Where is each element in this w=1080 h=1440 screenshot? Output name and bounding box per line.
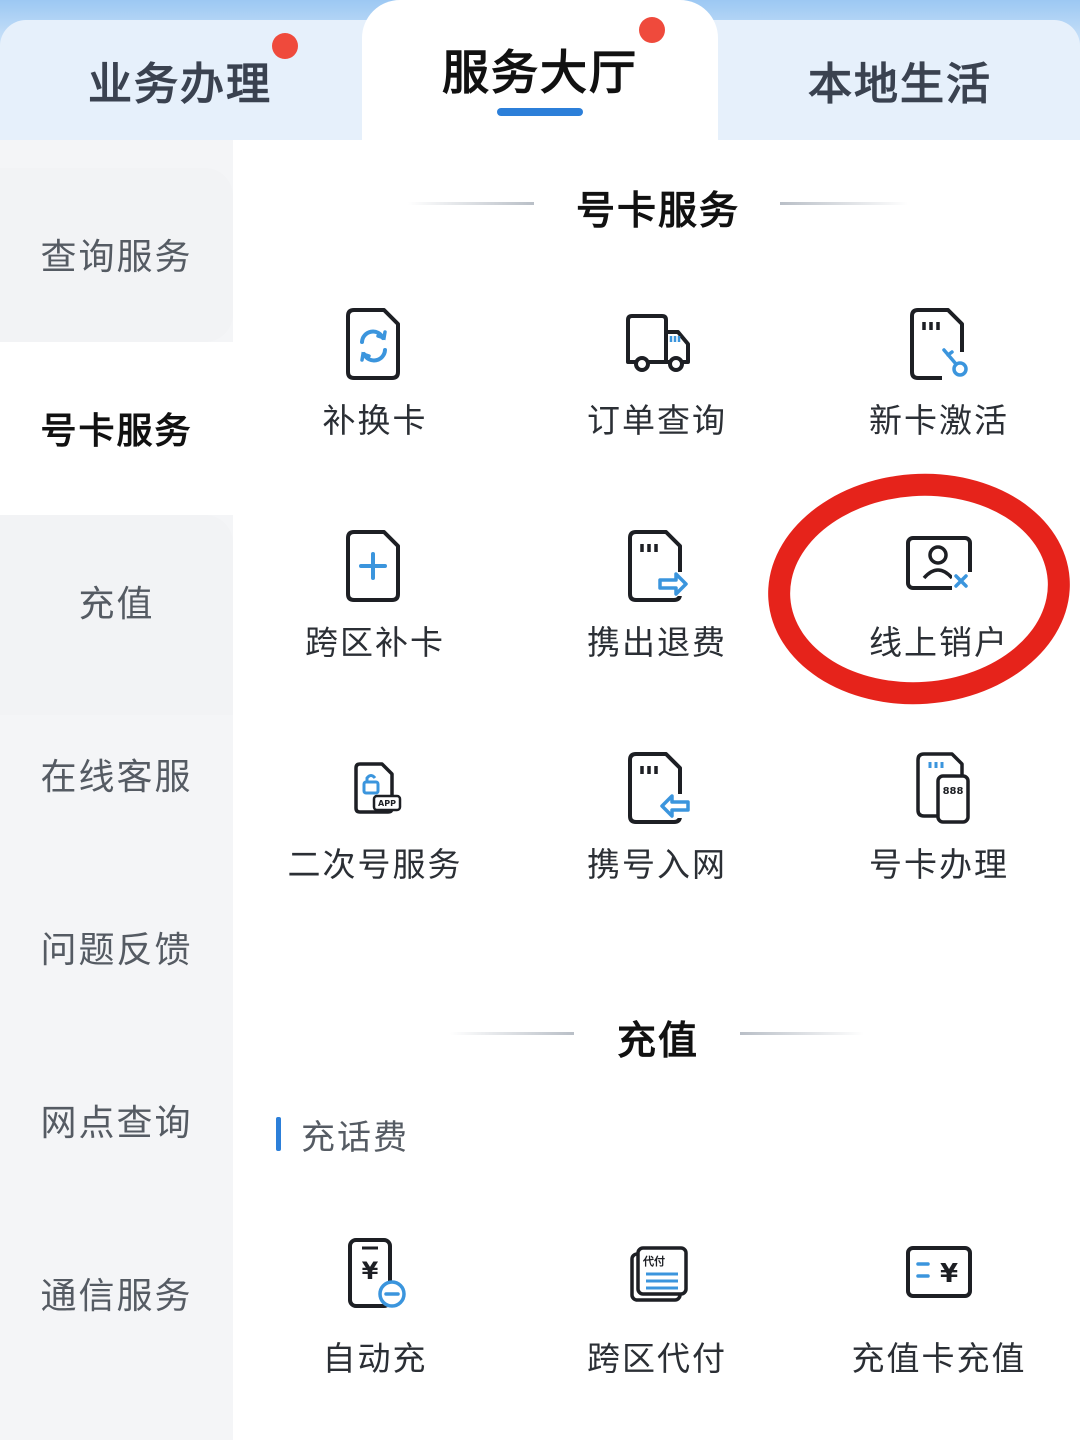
grid-item-label: 补换卡 [322, 401, 428, 440]
section-divider [450, 1032, 574, 1035]
sidebar-item-telecom-service[interactable]: 通信服务 [0, 1207, 233, 1379]
subheading-label: 充话费 [301, 1117, 409, 1158]
notification-dot [272, 33, 298, 59]
subheading-accent-bar [276, 1117, 281, 1151]
grid-item-label: 跨区代付 [587, 1339, 727, 1378]
phone-yuan-auto-icon: ¥ [348, 1238, 406, 1308]
sidebar-item-recharge[interactable]: 充值 [0, 515, 233, 687]
grid-item-label: 携出退费 [587, 623, 727, 662]
svg-text:APP: APP [378, 799, 396, 808]
sim-swap-icon [346, 308, 400, 380]
grid-item-order-query[interactable]: 订单查询 [517, 306, 797, 476]
active-tab-indicator [497, 108, 583, 116]
svg-text:代付: 代付 [642, 1254, 665, 1268]
section-divider [780, 202, 908, 205]
section-divider [740, 1032, 864, 1035]
sidebar-item-outlet-search[interactable]: 网点查询 [0, 1034, 233, 1206]
grid-item-label: 自动充 [322, 1339, 428, 1378]
grid-item-replace-card[interactable]: 补换卡 [235, 306, 515, 476]
notification-dot [639, 17, 665, 43]
sim-transfer-out-icon [628, 530, 690, 602]
app-lock-icon: APP [354, 762, 402, 814]
proxy-pay-icon: 代付 [630, 1246, 688, 1302]
grid-item-proxy-pay[interactable]: 代付 跨区代付 [517, 1236, 797, 1406]
tab-local-life[interactable]: 本地生活 [780, 10, 1020, 150]
section-title-card-service: 号卡服务 [575, 189, 740, 234]
section-title-recharge: 充值 [616, 1019, 699, 1064]
section-divider [408, 202, 534, 205]
subheading-phone-bill: 充话费 [276, 1114, 409, 1158]
grid-item-port-in[interactable]: 携号入网 [517, 750, 797, 920]
grid-item-port-out-refund[interactable]: 携出退费 [517, 528, 797, 698]
sim-number-icon: 888 [916, 752, 970, 824]
grid-item-cross-region-replace[interactable]: 跨区补卡 [235, 528, 515, 698]
sidebar-item-feedback[interactable]: 问题反馈 [0, 861, 233, 1033]
grid-item-label: 订单查询 [587, 401, 727, 440]
grid-item-auto-recharge[interactable]: ¥ 自动充 [235, 1236, 515, 1406]
sidebar-item-card-service[interactable]: 号卡服务 [0, 342, 233, 514]
grid-item-activate-card[interactable]: 新卡激活 [799, 306, 1079, 476]
grid-item-card-apply[interactable]: 888 号卡办理 [799, 750, 1079, 920]
grid-item-label: 充值卡充值 [851, 1339, 1027, 1378]
grid-item-label: 新卡激活 [869, 401, 1009, 440]
grid-item-label: 携号入网 [587, 845, 727, 884]
top-tab-bar: 业务办理 服务大厅 本地生活 [0, 0, 1080, 140]
tab-business[interactable]: 业务办理 [60, 10, 300, 150]
sim-transfer-in-icon [628, 752, 690, 824]
grid-item-recycled-number[interactable]: APP 二次号服务 [235, 750, 515, 920]
grid-item-recharge-card[interactable]: ¥ 充值卡充值 [799, 1236, 1079, 1406]
svg-text:¥: ¥ [940, 1259, 958, 1289]
sim-plus-icon [346, 530, 400, 602]
sidebar-item-online-support[interactable]: 在线客服 [0, 688, 233, 860]
grid-item-label: 号卡办理 [869, 845, 1009, 884]
delivery-truck-icon [626, 314, 690, 372]
svg-text:¥: ¥ [362, 1257, 379, 1285]
sidebar-item-query[interactable]: 查询服务 [0, 168, 233, 340]
recharge-card-icon: ¥ [906, 1246, 972, 1298]
grid-item-label: 二次号服务 [287, 845, 463, 884]
grid-item-label: 跨区补卡 [305, 623, 445, 662]
tab-service-hall[interactable]: 服务大厅 [420, 0, 660, 138]
svg-text:888: 888 [943, 786, 964, 797]
sim-key-icon [910, 308, 970, 380]
